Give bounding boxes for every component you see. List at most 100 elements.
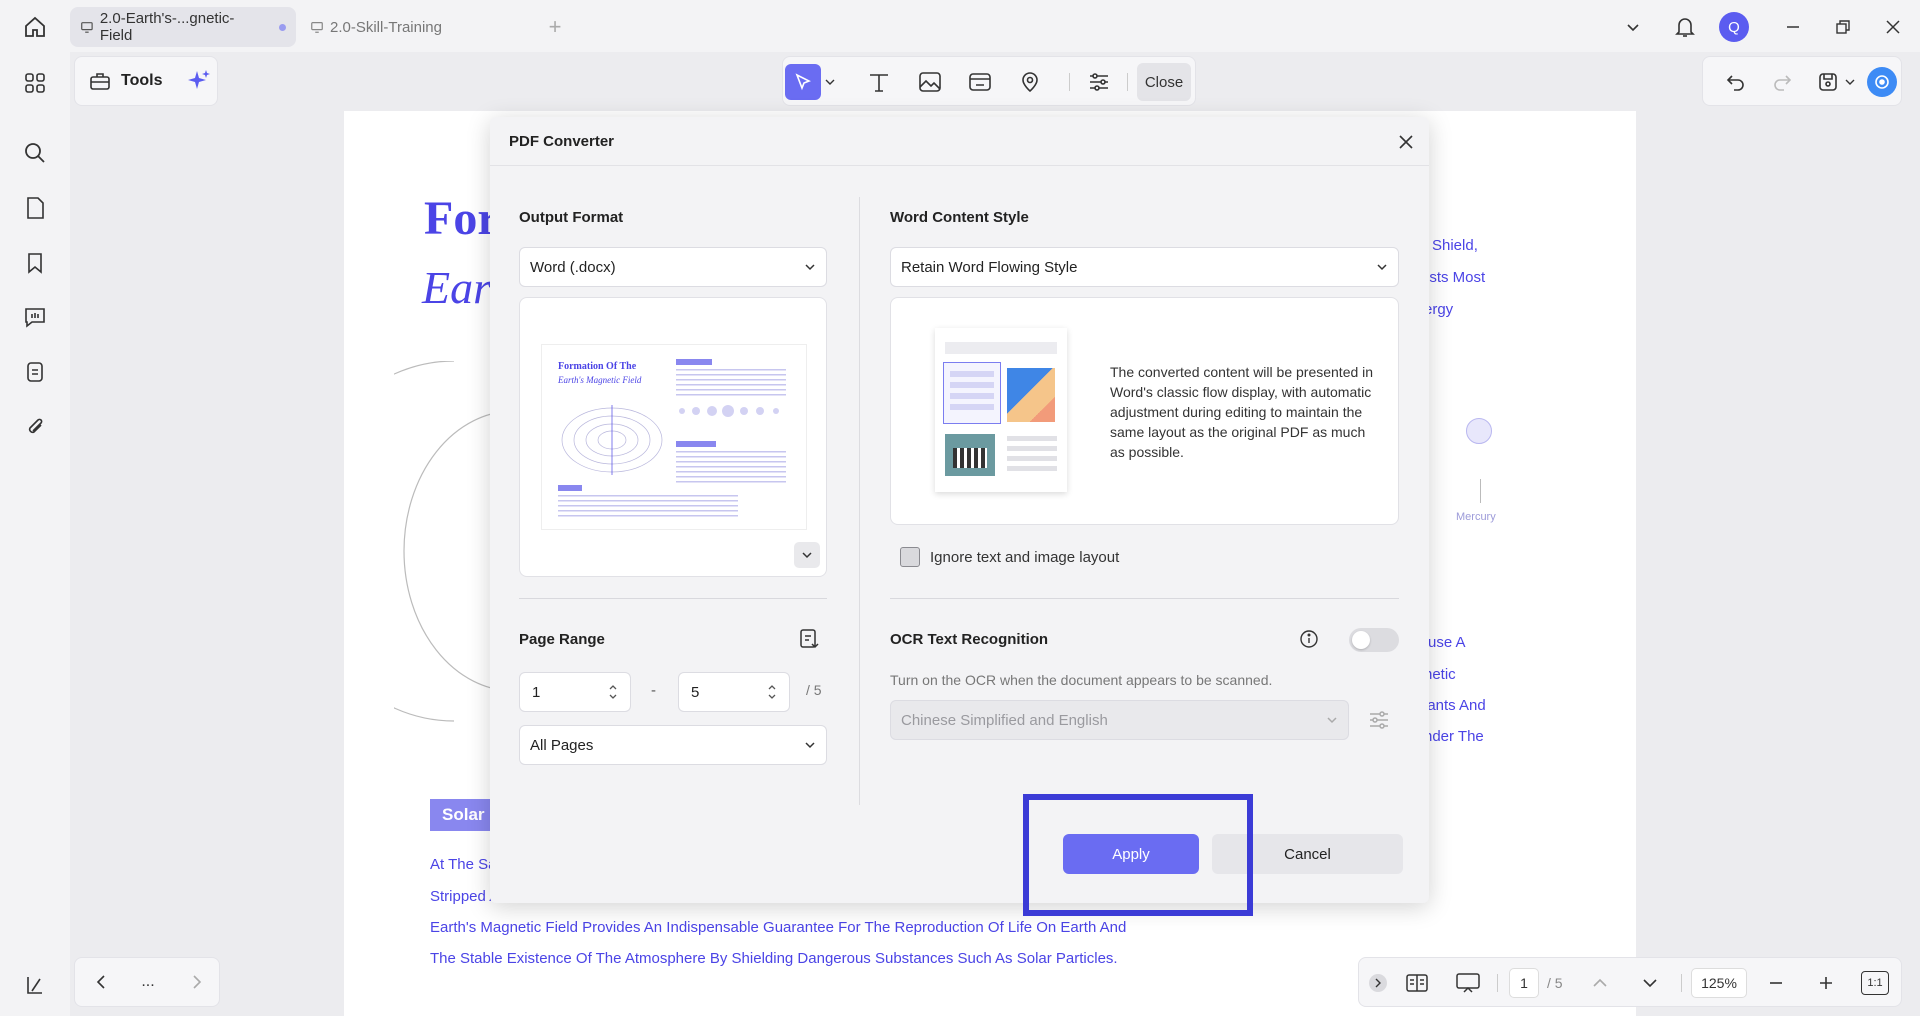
undo-icon[interactable] [1723, 69, 1749, 95]
page-from-input[interactable]: 1 [519, 672, 631, 712]
page-mode-value: All Pages [530, 736, 594, 754]
close-window-icon[interactable] [1880, 14, 1906, 40]
ignore-layout-label: Ignore text and image layout [930, 549, 1120, 566]
avatar-letter: Q [1728, 18, 1740, 36]
tools-button[interactable]: Tools [74, 56, 218, 106]
page-mode-select[interactable]: All Pages [519, 725, 827, 765]
dialog-title: PDF Converter [509, 133, 615, 150]
comment-icon[interactable] [20, 302, 50, 332]
ai-sparkle-icon[interactable] [186, 68, 212, 94]
toolbar-divider [1069, 73, 1070, 91]
page-to-input[interactable]: 5 [678, 672, 790, 712]
doc-title-line1: For [424, 192, 499, 245]
ignore-layout-checkbox[interactable] [900, 547, 920, 567]
thumb-tag [676, 359, 712, 365]
link-tool-icon[interactable] [964, 67, 996, 97]
word-style-description: The converted content will be presented … [1110, 364, 1374, 460]
minimize-icon[interactable] [1780, 14, 1806, 40]
redo-icon[interactable] [1769, 69, 1795, 95]
new-tab-icon[interactable]: + [542, 14, 568, 40]
stepper-icon[interactable] [767, 682, 777, 702]
more-button[interactable]: ... [135, 970, 161, 994]
page-range-settings-icon[interactable] [795, 625, 823, 653]
thumb-planets [679, 405, 779, 417]
bell-icon[interactable] [1670, 12, 1700, 42]
monitor-icon [81, 22, 93, 33]
bookmark-icon[interactable] [20, 248, 50, 278]
unsaved-dot [279, 23, 286, 31]
actual-size-button[interactable]: 1:1 [1861, 971, 1889, 995]
zoom-in-icon[interactable] [1815, 972, 1837, 994]
chevron-down-icon [1327, 717, 1337, 724]
page-total: / 5 [806, 682, 822, 698]
stepper-icon[interactable] [608, 682, 618, 702]
expand-preview-icon[interactable] [794, 542, 820, 568]
ocr-settings-icon[interactable] [1366, 707, 1392, 733]
attachment-icon[interactable] [20, 412, 50, 442]
toolbox-icon [90, 73, 110, 90]
ocr-toggle[interactable] [1349, 628, 1399, 652]
close-edit-button[interactable]: Close [1137, 63, 1191, 101]
thumb-title: Formation Of The [558, 361, 637, 372]
word-style-panel: The converted content will be presented … [890, 297, 1399, 525]
form-icon[interactable] [20, 357, 50, 387]
chevron-down-icon[interactable] [1620, 14, 1646, 40]
right-toolbar [1702, 56, 1902, 106]
thumb-lines [676, 451, 786, 483]
page-layout-icon[interactable] [1403, 970, 1431, 996]
more-label: ... [141, 973, 155, 990]
thumb-lines [558, 495, 738, 519]
page-number-input[interactable]: 1 [1509, 968, 1539, 998]
word-style-select[interactable]: Retain Word Flowing Style [890, 247, 1399, 287]
avatar[interactable]: Q [1719, 12, 1749, 42]
illus-lines [1007, 436, 1057, 474]
collapse-icon[interactable] [1369, 974, 1387, 992]
ai-assistant-icon[interactable] [1867, 67, 1897, 97]
output-format-select[interactable]: Word (.docx) [519, 247, 827, 287]
thumb-field-diagram [561, 405, 663, 475]
tab-label: 2.0-Earth's-...gnetic-Field [99, 10, 235, 44]
planet-circle [1466, 418, 1492, 444]
stamp-tool-icon[interactable] [1014, 67, 1046, 97]
illus-bar [945, 342, 1057, 354]
range-separator: - [651, 682, 656, 699]
select-tool-icon[interactable] [785, 64, 821, 100]
tab-skill-training[interactable]: 2.0-Skill-Training [300, 7, 530, 47]
ocr-heading: OCR Text Recognition [890, 631, 1049, 648]
save-dropdown-icon[interactable] [1843, 75, 1857, 89]
next-icon[interactable] [185, 970, 209, 994]
page-to-value: 5 [691, 683, 700, 701]
apps-grid-icon[interactable] [20, 68, 50, 98]
text-tool-icon[interactable] [863, 67, 895, 97]
illus-chart-image [1007, 368, 1055, 422]
search-icon[interactable] [20, 138, 50, 168]
tab-label: 2.0-Skill-Training [330, 18, 442, 36]
prev-icon[interactable] [89, 970, 113, 994]
select-dropdown-icon[interactable] [823, 72, 837, 92]
page-current: 1 [1520, 975, 1528, 991]
page-range-heading: Page Range [519, 631, 605, 648]
close-icon[interactable] [1393, 129, 1419, 155]
sidebar-toggle-icon[interactable] [20, 970, 50, 1000]
illus-building-image [945, 434, 995, 476]
cancel-label: Cancel [1284, 845, 1331, 863]
tools-label: Tools [121, 72, 163, 89]
tab-earths-magnetic-field[interactable]: 2.0-Earth's-...gnetic-Field [70, 7, 296, 47]
ocr-language-select[interactable]: Chinese Simplified and English [890, 700, 1349, 740]
zoom-out-icon[interactable] [1765, 972, 1787, 994]
page-icon[interactable] [20, 193, 50, 223]
apply-highlight-box [1023, 794, 1253, 916]
image-tool-icon[interactable] [914, 67, 946, 97]
settings-sliders-icon[interactable] [1083, 67, 1115, 97]
view-controls-bar: 1 / 5 125% 1:1 [1358, 957, 1902, 1007]
info-icon[interactable] [1297, 627, 1321, 651]
doc-right-line: Shield, [1432, 237, 1478, 254]
presentation-icon[interactable] [1453, 970, 1483, 996]
zoom-level[interactable]: 125% [1691, 968, 1747, 998]
thumb-tag [676, 441, 716, 447]
home-icon[interactable] [20, 12, 50, 42]
page-down-icon[interactable] [1639, 972, 1661, 994]
save-icon[interactable] [1815, 69, 1841, 95]
page-up-icon[interactable] [1589, 972, 1611, 994]
restore-icon[interactable] [1830, 14, 1856, 40]
